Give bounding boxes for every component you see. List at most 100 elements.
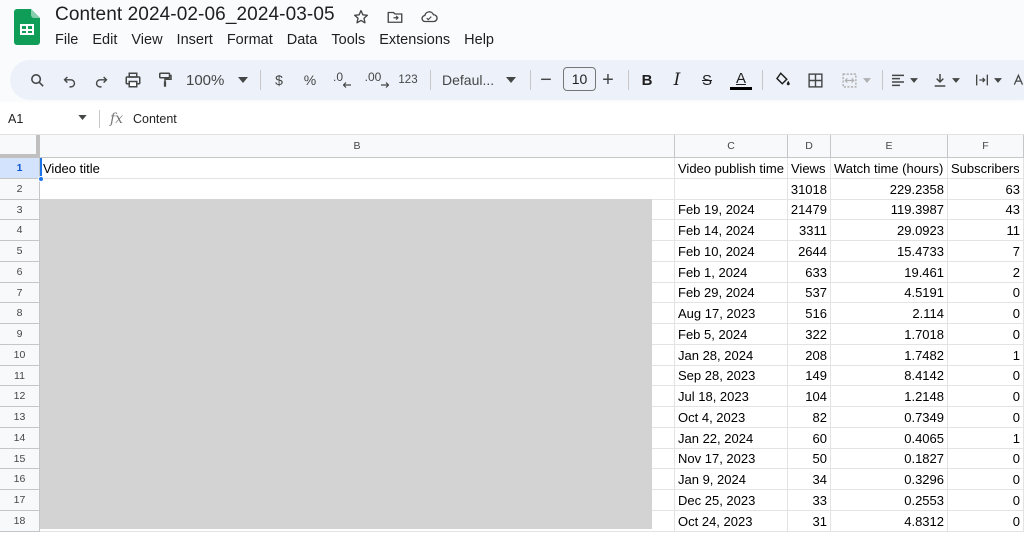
cell-d7[interactable]: 537 [788, 283, 831, 303]
font-size-input[interactable]: 10 [563, 67, 596, 91]
text-color-button[interactable]: A [730, 68, 752, 92]
more-formats-button[interactable]: 123 [396, 68, 420, 92]
bold-button[interactable]: B [638, 68, 656, 92]
cell-e2[interactable]: 229.2358 [831, 179, 948, 200]
merge-cells-icon[interactable] [836, 68, 876, 92]
row-header-5[interactable]: 5 [0, 241, 40, 262]
cell-e9[interactable]: 1.7018 [831, 324, 948, 345]
cell-e16[interactable]: 0.3296 [831, 469, 948, 490]
cell-c12[interactable]: Jul 18, 2023 [675, 386, 788, 407]
search-menus-icon[interactable] [26, 68, 48, 92]
redo-icon[interactable] [90, 68, 112, 92]
cell-f12[interactable]: 0 [948, 386, 1024, 407]
cell-f16[interactable]: 0 [948, 469, 1024, 490]
row-header-10[interactable]: 10 [0, 345, 40, 366]
text-wrapping-icon[interactable] [972, 68, 1004, 92]
cell-f3[interactable]: 43 [948, 200, 1024, 220]
row-header-12[interactable]: 12 [0, 386, 40, 407]
cell-f6[interactable]: 2 [948, 262, 1024, 283]
menu-data[interactable]: Data [280, 31, 325, 49]
cell-f14[interactable]: 1 [948, 428, 1024, 449]
cell-e1[interactable]: Watch time (hours) [831, 158, 948, 179]
cell-f15[interactable]: 0 [948, 449, 1024, 469]
cell-e7[interactable]: 4.5191 [831, 283, 948, 303]
cell-c9[interactable]: Feb 5, 2024 [675, 324, 788, 345]
cell-d8[interactable]: 516 [788, 303, 831, 324]
cell-c14[interactable]: Jan 22, 2024 [675, 428, 788, 449]
percent-format-button[interactable]: % [300, 68, 320, 92]
menu-extensions[interactable]: Extensions [372, 31, 457, 49]
text-rotation-icon[interactable] [1012, 68, 1024, 92]
cell-f18[interactable]: 0 [948, 511, 1024, 532]
borders-icon[interactable] [804, 68, 826, 92]
cell-d15[interactable]: 50 [788, 449, 831, 469]
formula-input[interactable]: Content [133, 112, 177, 126]
cell-d12[interactable]: 104 [788, 386, 831, 407]
column-header-d[interactable]: D [788, 135, 831, 158]
cell-c4[interactable]: Feb 14, 2024 [675, 220, 788, 241]
row-header-2[interactable]: 2 [0, 179, 40, 200]
cell-e15[interactable]: 0.1827 [831, 449, 948, 469]
menu-help[interactable]: Help [457, 31, 501, 49]
column-header-f[interactable]: F [948, 135, 1024, 158]
cell-d9[interactable]: 322 [788, 324, 831, 345]
column-header-b[interactable]: B [40, 135, 675, 158]
row-header-3[interactable]: 3 [0, 200, 40, 220]
row-header-13[interactable]: 13 [0, 407, 40, 428]
row-header-17[interactable]: 17 [0, 490, 40, 511]
cell-c16[interactable]: Jan 9, 2024 [675, 469, 788, 490]
cell-c18[interactable]: Oct 24, 2023 [675, 511, 788, 532]
name-box[interactable]: A1 [8, 112, 23, 126]
cell-d17[interactable]: 33 [788, 490, 831, 511]
cell-c5[interactable]: Feb 10, 2024 [675, 241, 788, 262]
cell-b2[interactable] [40, 179, 675, 200]
horizontal-align-icon[interactable] [888, 68, 920, 92]
cell-d16[interactable]: 34 [788, 469, 831, 490]
spreadsheet-grid[interactable]: B C D E F 1 Video title Video publish time… [0, 135, 1024, 534]
cell-e4[interactable]: 29.0923 [831, 220, 948, 241]
cell-d18[interactable]: 31 [788, 511, 831, 532]
cell-e11[interactable]: 8.4142 [831, 366, 948, 386]
cell-f1[interactable]: Subscribers [948, 158, 1024, 179]
row-header-16[interactable]: 16 [0, 469, 40, 490]
row-header-8[interactable]: 8 [0, 303, 40, 324]
currency-format-button[interactable]: $ [270, 68, 288, 92]
row-header-1[interactable]: 1 [0, 158, 40, 179]
cloud-saved-icon[interactable] [418, 6, 440, 28]
row-header-9[interactable]: 9 [0, 324, 40, 345]
row-header-18[interactable]: 18 [0, 511, 40, 532]
cell-c10[interactable]: Jan 28, 2024 [675, 345, 788, 366]
menu-file[interactable]: File [48, 31, 85, 49]
row-header-15[interactable]: 15 [0, 449, 40, 469]
menu-tools[interactable]: Tools [324, 31, 372, 49]
cell-e10[interactable]: 1.7482 [831, 345, 948, 366]
cell-f4[interactable]: 11 [948, 220, 1024, 241]
cell-e17[interactable]: 0.2553 [831, 490, 948, 511]
cell-d4[interactable]: 3311 [788, 220, 831, 241]
cell-c6[interactable]: Feb 1, 2024 [675, 262, 788, 283]
cell-d13[interactable]: 82 [788, 407, 831, 428]
decrease-font-size-button[interactable]: − [537, 68, 555, 92]
undo-icon[interactable] [58, 68, 80, 92]
cell-d11[interactable]: 149 [788, 366, 831, 386]
row-header-7[interactable]: 7 [0, 283, 40, 303]
cell-d14[interactable]: 60 [788, 428, 831, 449]
star-icon[interactable] [350, 6, 372, 28]
row-header-6[interactable]: 6 [0, 262, 40, 283]
cell-c17[interactable]: Dec 25, 2023 [675, 490, 788, 511]
cell-c3[interactable]: Feb 19, 2024 [675, 200, 788, 220]
cell-d10[interactable]: 208 [788, 345, 831, 366]
cell-e12[interactable]: 1.2148 [831, 386, 948, 407]
cell-c2[interactable] [675, 179, 788, 200]
menu-format[interactable]: Format [220, 31, 280, 49]
cell-f8[interactable]: 0 [948, 303, 1024, 324]
cell-f17[interactable]: 0 [948, 490, 1024, 511]
cell-e8[interactable]: 2.114 [831, 303, 948, 324]
cell-f5[interactable]: 7 [948, 241, 1024, 262]
cell-c13[interactable]: Oct 4, 2023 [675, 407, 788, 428]
cell-f9[interactable]: 0 [948, 324, 1024, 345]
cell-e14[interactable]: 0.4065 [831, 428, 948, 449]
menu-view[interactable]: View [124, 31, 169, 49]
row-header-14[interactable]: 14 [0, 428, 40, 449]
cell-f2[interactable]: 63 [948, 179, 1024, 200]
